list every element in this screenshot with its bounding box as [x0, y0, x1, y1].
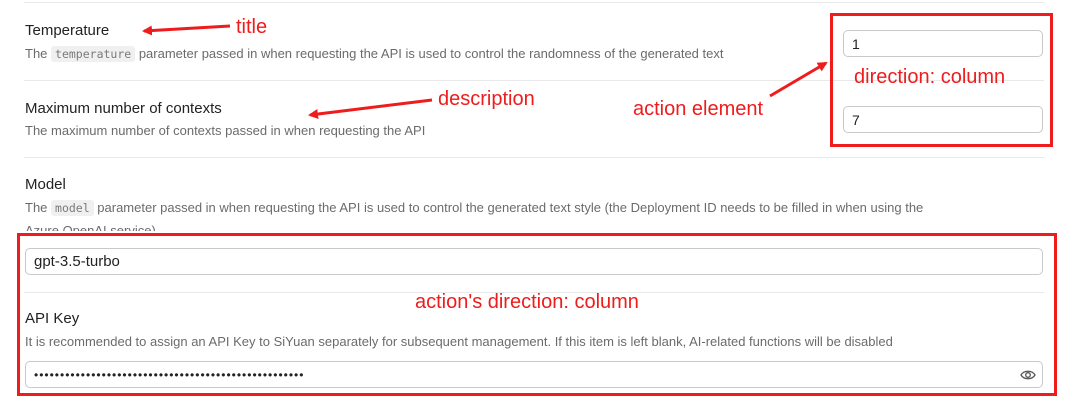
temperature-code: temperature [51, 46, 136, 62]
row-separator [24, 157, 1044, 158]
model-desc-prefix: The [25, 200, 48, 215]
description-arrow [308, 98, 433, 119]
model-description: The model parameter passed in when reque… [25, 196, 923, 220]
annotation-description: description [438, 88, 535, 110]
max-contexts-title: Maximum number of contexts [25, 100, 222, 117]
annotation-action-element: action element [633, 98, 764, 120]
annotation-title: title [236, 16, 268, 38]
temperature-desc-suffix: parameter passed in when requesting the … [138, 46, 724, 61]
model-title: Model [25, 176, 66, 193]
actions-column-highlight [17, 233, 1057, 396]
settings-page: Temperature The temperature parameter pa… [0, 0, 1067, 401]
model-description-line2: Azure OpenAI service) [25, 223, 156, 231]
temperature-description: The temperature parameter passed in when… [25, 42, 723, 66]
row-separator [24, 2, 1044, 3]
max-contexts-description: The maximum number of contexts passed in… [25, 123, 426, 138]
title-arrow [142, 24, 231, 36]
annotation-actions-direction-column: action's direction: column [415, 291, 639, 313]
temperature-desc-prefix: The [25, 46, 48, 61]
temperature-title: Temperature [25, 22, 110, 39]
annotation-direction-column: direction: column [854, 66, 1006, 88]
model-desc-suffix: parameter passed in when requesting the … [97, 200, 924, 215]
model-code: model [51, 200, 94, 216]
